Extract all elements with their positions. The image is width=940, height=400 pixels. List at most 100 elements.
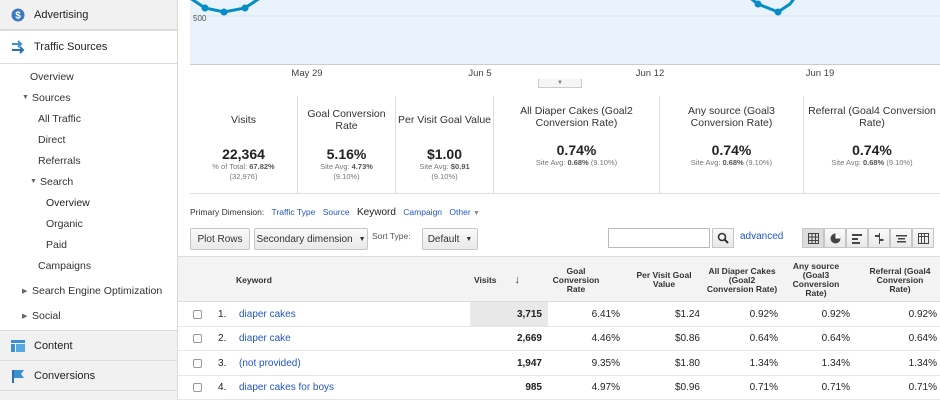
visits-cell: 3,715 — [470, 302, 548, 326]
dimension-source-link[interactable]: Source — [323, 207, 350, 217]
metric-value: $1.00 — [426, 146, 463, 162]
metric-visits[interactable]: Visits 22,364 % of Total: 67.82% (32,976… — [190, 96, 298, 193]
x-tick-label: May 29 — [291, 68, 323, 79]
data-point — [241, 4, 249, 12]
goal2-cell: 0.92% — [749, 308, 778, 320]
nav-traffic-sources-label: Traffic Sources — [34, 41, 108, 53]
traffic-arrows-icon — [10, 39, 26, 55]
row-checkbox[interactable] — [193, 302, 202, 326]
nav-conversions[interactable]: Conversions — [0, 361, 177, 391]
nav-content[interactable]: Content — [0, 331, 177, 361]
flag-icon — [10, 368, 26, 384]
term-cloud-icon — [895, 234, 907, 242]
nav-seo-label: Search Engine Optimization — [32, 284, 163, 297]
col-header-visits[interactable]: Visits ↓ — [474, 257, 534, 303]
metric-name: Per Visit Goal Value — [398, 114, 491, 126]
grid-icon — [807, 232, 819, 244]
performance-view-button[interactable] — [846, 228, 868, 248]
col-header-per-visit-goal-value[interactable]: Per Visit Goal Value — [626, 257, 702, 303]
sort-type-dropdown[interactable]: Default ▼ — [422, 228, 478, 250]
chevron-down-icon: ▼ — [465, 235, 473, 243]
table-row: 3. (not provided) 1,947 9.35% $1.80 1.34… — [178, 351, 940, 376]
nav-search-overview-label: Overview — [46, 196, 90, 209]
nav-sources-label: Sources — [32, 91, 71, 104]
metric-goal4-conversion-rate[interactable]: Referral (Goal4 Conversion Rate) 0.74% S… — [804, 96, 940, 193]
row-checkbox[interactable] — [193, 351, 202, 375]
nav-seo[interactable]: ▶ Search Engine Optimization — [0, 280, 177, 301]
nav-sources[interactable]: ▼ Sources — [0, 87, 177, 108]
table-search-input[interactable] — [608, 228, 710, 248]
pivot-view-button[interactable] — [912, 228, 934, 248]
col-header-goal4[interactable]: Referral (Goal4 Conversion Rate) — [868, 257, 932, 303]
x-tick-label: Jun 19 — [805, 68, 835, 79]
nav-all-traffic[interactable]: All Traffic — [0, 108, 177, 129]
sort-desc-arrow-icon: ↓ — [514, 273, 521, 286]
row-checkbox[interactable] — [193, 327, 202, 351]
keyword-link[interactable]: diaper cake — [239, 327, 291, 351]
nav-traffic-sources[interactable]: Traffic Sources — [0, 30, 177, 64]
y-axis-label: 500 — [193, 14, 207, 23]
table-row: 4. diaper cakes for boys 985 4.97% $0.96… — [178, 376, 940, 400]
dimension-traffic-type-link[interactable]: Traffic Type — [272, 207, 316, 217]
dimension-campaign-link[interactable]: Campaign — [403, 207, 442, 217]
comparison-view-button[interactable] — [868, 228, 890, 248]
nav-campaigns[interactable]: Campaigns — [0, 255, 177, 276]
term-cloud-view-button[interactable] — [890, 228, 912, 248]
col-header-keyword[interactable]: Keyword — [236, 257, 296, 303]
metric-per-visit-goal-value[interactable]: Per Visit Goal Value $1.00 Site Avg: $0.… — [396, 96, 494, 193]
per-visit-value-cell: $1.24 — [674, 308, 700, 320]
data-table-view-button[interactable] — [802, 228, 824, 248]
collapsed-triangle-icon: ▶ — [22, 287, 28, 295]
dimension-other-dropdown[interactable]: Other ▼ — [449, 207, 480, 217]
pie-chart-icon — [830, 233, 840, 243]
comparison-icon — [874, 232, 883, 244]
nav-overview[interactable]: Overview — [0, 66, 177, 87]
nav-organic[interactable]: Organic — [0, 213, 177, 234]
nav-social-label: Social — [32, 309, 61, 322]
metric-value: 5.16% — [326, 146, 367, 162]
chart-collapse-handle[interactable]: ▼ — [538, 79, 582, 88]
data-point — [754, 0, 762, 8]
sidebar: $ Advertising Traffic Sources Overview ▼… — [0, 0, 178, 400]
sort-type-value: Default — [427, 233, 460, 245]
collapsed-triangle-icon: ▶ — [22, 312, 28, 320]
goal-conversion-cell: 4.46% — [591, 333, 620, 344]
plot-rows-button[interactable]: Plot Rows — [190, 228, 250, 250]
per-visit-value-cell: $0.86 — [674, 333, 700, 344]
metric-site-avg: Site Avg: $0.91 — [398, 162, 491, 172]
visits-cell: 985 — [525, 382, 542, 393]
nav-search[interactable]: ▼ Search — [0, 171, 177, 192]
goal-conversion-cell: 9.35% — [591, 357, 620, 369]
keyword-link[interactable]: diaper cakes — [239, 302, 296, 326]
nav-social[interactable]: ▶ Social — [0, 305, 177, 326]
main-panel: 500 May 29 Jun 5 Jun 12 Jun 19 ▼ Visits … — [178, 0, 940, 400]
col-header-goal3[interactable]: Any source (Goal3 Conversion Rate) — [786, 257, 846, 303]
secondary-dimension-dropdown[interactable]: Secondary dimension ▼ — [254, 228, 368, 250]
advanced-filter-link[interactable]: advanced — [740, 231, 783, 242]
dimension-keyword-selected: Keyword — [357, 207, 396, 218]
metric-goal2-conversion-rate[interactable]: All Diaper Cakes (Goal2 Conversion Rate)… — [494, 96, 660, 193]
metric-value: 0.74% — [556, 142, 597, 158]
keyword-link[interactable]: (not provided) — [239, 351, 301, 375]
metric-goal3-conversion-rate[interactable]: Any source (Goal3 Conversion Rate) 0.74%… — [660, 96, 804, 193]
x-tick-label: Jun 12 — [635, 68, 665, 79]
chevron-down-icon: ▼ — [358, 235, 366, 243]
metric-name: Goal Conversion Rate — [307, 108, 386, 132]
metric-site-avg: Site Avg: 0.68% (9.10%) — [806, 158, 938, 168]
row-checkbox[interactable] — [193, 376, 202, 400]
pie-view-button[interactable] — [824, 228, 846, 248]
metric-sub-total: (9.10%) — [886, 158, 913, 167]
nav-paid[interactable]: Paid — [0, 234, 177, 255]
nav-direct[interactable]: Direct — [0, 129, 177, 150]
metric-name: Any source (Goal3 Conversion Rate) — [688, 105, 775, 129]
metric-goal-conversion-rate[interactable]: Goal Conversion Rate 5.16% Site Avg: 4.7… — [298, 96, 396, 193]
nav-search-overview[interactable]: Overview — [0, 192, 177, 213]
x-tick-label: Jun 5 — [468, 68, 492, 79]
search-button[interactable] — [712, 228, 734, 248]
nav-advertising[interactable]: $ Advertising — [0, 0, 177, 30]
col-header-goal-conversion-rate[interactable]: Goal Conversion Rate — [548, 257, 604, 303]
nav-referrals[interactable]: Referrals — [0, 150, 177, 171]
goal4-cell: 1.34% — [908, 357, 937, 369]
keyword-link[interactable]: diaper cakes for boys — [239, 376, 334, 400]
col-header-goal2[interactable]: All Diaper Cakes (Goal2 Conversion Rate) — [706, 257, 778, 303]
